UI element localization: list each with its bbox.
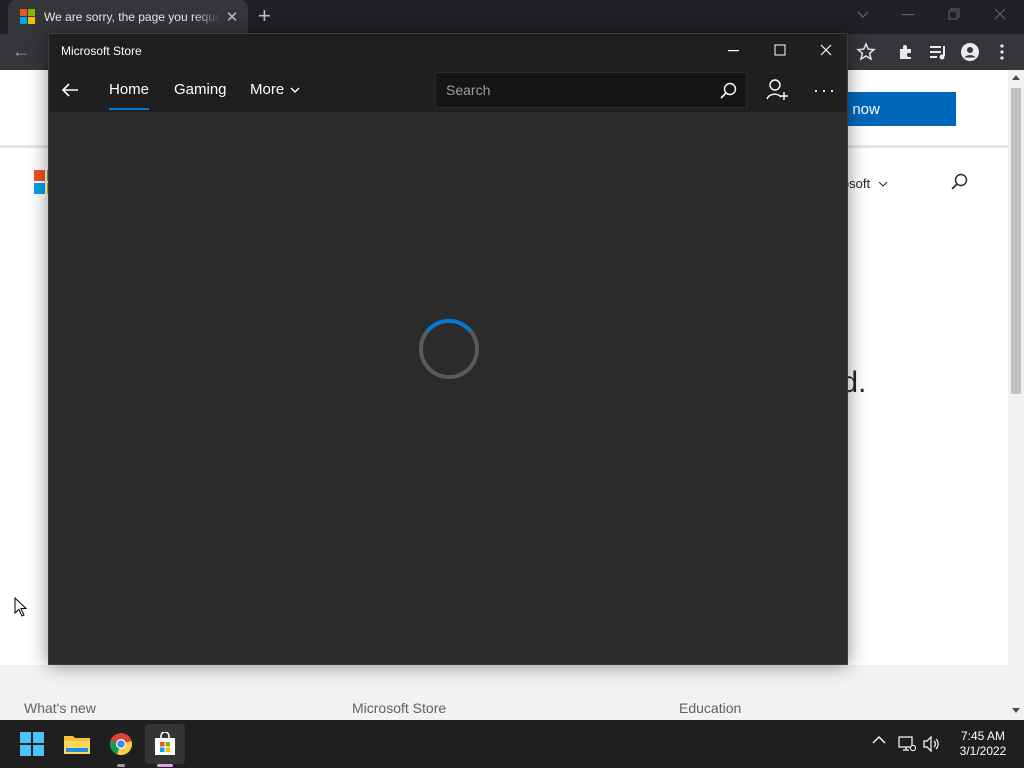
page-footer: What's new Microsoft Store Education xyxy=(0,665,1008,720)
chevron-down-icon xyxy=(290,87,300,93)
browser-tab-title: We are sorry, the page you requested can… xyxy=(44,10,220,24)
chrome-taskbar-button[interactable] xyxy=(105,728,137,760)
browser-close-icon[interactable] xyxy=(994,8,1006,20)
browser-tab-strip: We are sorry, the page you requested can… xyxy=(0,0,1024,34)
footer-whats-new[interactable]: What's new xyxy=(24,700,96,716)
bookmark-star-icon[interactable] xyxy=(856,42,876,62)
store-titlebar: Microsoft Store xyxy=(49,34,847,68)
loading-spinner-icon xyxy=(419,318,479,379)
show-hidden-icons-icon[interactable] xyxy=(872,735,886,745)
store-close-icon[interactable] xyxy=(814,42,838,60)
scroll-down-icon[interactable] xyxy=(1012,708,1020,714)
new-tab-button[interactable]: + xyxy=(258,5,271,27)
taskbar: 7:45 AM 3/1/2022 xyxy=(0,720,1024,768)
more-options-button[interactable]: ··· xyxy=(813,80,837,101)
store-window: Microsoft Store Home Gaming More ··· xyxy=(48,33,848,665)
store-active-indicator xyxy=(157,764,173,767)
nav-home[interactable]: Home xyxy=(109,81,149,98)
chrome-running-indicator xyxy=(117,764,125,767)
page-scrollbar[interactable] xyxy=(1008,70,1024,720)
account-add-icon[interactable] xyxy=(765,77,789,101)
search-icon[interactable] xyxy=(718,81,738,101)
browser-restore-icon[interactable] xyxy=(948,8,960,20)
scrollbar-thumb[interactable] xyxy=(1011,88,1021,394)
browser-back-icon[interactable]: ← xyxy=(12,41,30,62)
nav-more-label: More xyxy=(250,81,285,98)
browser-minimize-icon[interactable] xyxy=(902,14,914,16)
browser-tab[interactable]: We are sorry, the page you requested can… xyxy=(8,0,248,34)
file-explorer-button[interactable] xyxy=(61,728,93,760)
store-search-box[interactable] xyxy=(435,72,747,108)
store-taskbar-button[interactable] xyxy=(149,728,181,760)
nav-active-indicator xyxy=(109,108,149,110)
store-minimize-icon[interactable] xyxy=(722,42,746,60)
clock-time: 7:45 AM xyxy=(960,729,1006,743)
browser-menu-icon[interactable] xyxy=(992,42,1012,62)
microsoft-favicon-icon xyxy=(20,9,36,25)
page-search-icon[interactable] xyxy=(950,172,970,192)
store-back-icon[interactable] xyxy=(59,79,81,101)
nav-more[interactable]: More xyxy=(250,81,300,98)
tab-search-icon[interactable] xyxy=(856,10,870,20)
profile-icon[interactable] xyxy=(960,42,980,62)
file-explorer-icon xyxy=(64,736,90,754)
footer-education[interactable]: Education xyxy=(679,700,741,716)
store-window-title: Microsoft Store xyxy=(61,44,142,58)
mouse-cursor-icon xyxy=(14,597,28,617)
taskbar-clock[interactable]: 7:45 AM 3/1/2022 xyxy=(948,729,1018,759)
chrome-icon xyxy=(109,733,133,756)
nav-gaming[interactable]: Gaming xyxy=(174,81,227,98)
scroll-up-icon[interactable] xyxy=(1012,74,1020,80)
store-maximize-icon[interactable] xyxy=(768,42,792,60)
footer-microsoft-store[interactable]: Microsoft Store xyxy=(352,700,446,716)
tab-close-icon[interactable]: ✕ xyxy=(224,8,240,26)
store-content xyxy=(49,112,847,664)
store-search-input[interactable] xyxy=(446,81,706,99)
volume-icon[interactable] xyxy=(922,735,940,753)
extensions-icon[interactable] xyxy=(896,42,916,62)
windows-start-icon xyxy=(20,732,44,756)
start-button[interactable] xyxy=(16,728,48,760)
media-queue-icon[interactable] xyxy=(928,42,948,62)
network-icon[interactable] xyxy=(898,735,916,753)
store-icon xyxy=(155,732,175,755)
chevron-down-icon xyxy=(878,181,888,187)
store-nav-bar: Home Gaming More ··· xyxy=(49,68,847,112)
clock-date: 3/1/2022 xyxy=(959,744,1007,758)
